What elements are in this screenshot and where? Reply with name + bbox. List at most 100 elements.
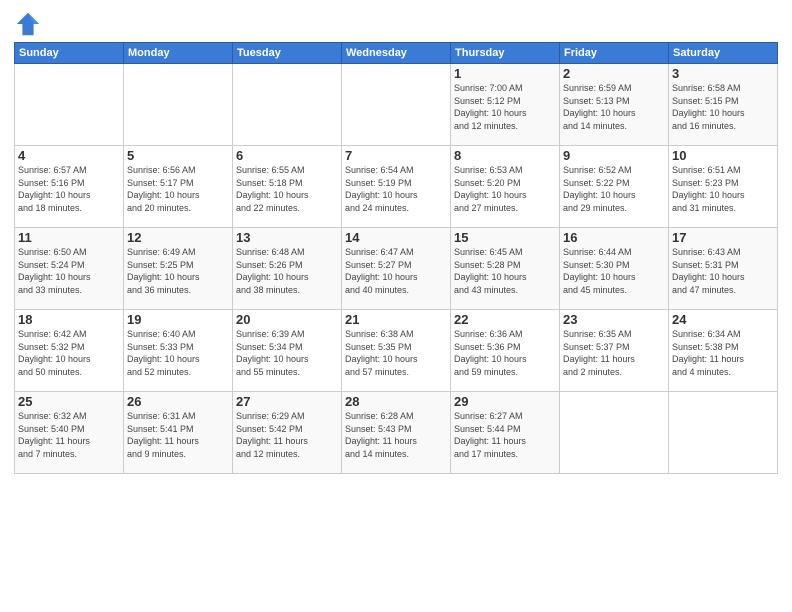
day-number: 27 [236,394,338,409]
day-info: Sunrise: 6:57 AMSunset: 5:16 PMDaylight:… [18,164,120,214]
day-number: 13 [236,230,338,245]
day-info: Sunrise: 6:56 AMSunset: 5:17 PMDaylight:… [127,164,229,214]
day-info: Sunrise: 6:58 AMSunset: 5:15 PMDaylight:… [672,82,774,132]
day-info: Sunrise: 6:40 AMSunset: 5:33 PMDaylight:… [127,328,229,378]
day-number: 15 [454,230,556,245]
day-number: 4 [18,148,120,163]
day-info: Sunrise: 6:28 AMSunset: 5:43 PMDaylight:… [345,410,447,460]
header-row [14,10,778,38]
calendar-week-0: 1Sunrise: 7:00 AMSunset: 5:12 PMDaylight… [15,64,778,146]
calendar-cell [124,64,233,146]
day-info: Sunrise: 6:52 AMSunset: 5:22 PMDaylight:… [563,164,665,214]
calendar-table: SundayMondayTuesdayWednesdayThursdayFrid… [14,42,778,474]
calendar-cell: 2Sunrise: 6:59 AMSunset: 5:13 PMDaylight… [560,64,669,146]
calendar-cell: 11Sunrise: 6:50 AMSunset: 5:24 PMDayligh… [15,228,124,310]
calendar-cell: 7Sunrise: 6:54 AMSunset: 5:19 PMDaylight… [342,146,451,228]
calendar-cell: 8Sunrise: 6:53 AMSunset: 5:20 PMDaylight… [451,146,560,228]
day-info: Sunrise: 6:54 AMSunset: 5:19 PMDaylight:… [345,164,447,214]
calendar-cell: 4Sunrise: 6:57 AMSunset: 5:16 PMDaylight… [15,146,124,228]
day-number: 29 [454,394,556,409]
day-info: Sunrise: 6:47 AMSunset: 5:27 PMDaylight:… [345,246,447,296]
day-info: Sunrise: 6:49 AMSunset: 5:25 PMDaylight:… [127,246,229,296]
day-info: Sunrise: 6:29 AMSunset: 5:42 PMDaylight:… [236,410,338,460]
calendar-cell: 16Sunrise: 6:44 AMSunset: 5:30 PMDayligh… [560,228,669,310]
calendar-cell: 1Sunrise: 7:00 AMSunset: 5:12 PMDaylight… [451,64,560,146]
calendar-cell: 12Sunrise: 6:49 AMSunset: 5:25 PMDayligh… [124,228,233,310]
calendar-cell: 27Sunrise: 6:29 AMSunset: 5:42 PMDayligh… [233,392,342,474]
day-number: 7 [345,148,447,163]
day-number: 25 [18,394,120,409]
day-info: Sunrise: 6:34 AMSunset: 5:38 PMDaylight:… [672,328,774,378]
calendar-cell: 10Sunrise: 6:51 AMSunset: 5:23 PMDayligh… [669,146,778,228]
calendar-week-4: 25Sunrise: 6:32 AMSunset: 5:40 PMDayligh… [15,392,778,474]
day-info: Sunrise: 6:48 AMSunset: 5:26 PMDaylight:… [236,246,338,296]
day-info: Sunrise: 6:38 AMSunset: 5:35 PMDaylight:… [345,328,447,378]
calendar-cell: 14Sunrise: 6:47 AMSunset: 5:27 PMDayligh… [342,228,451,310]
page-container: SundayMondayTuesdayWednesdayThursdayFrid… [0,0,792,480]
calendar-cell: 29Sunrise: 6:27 AMSunset: 5:44 PMDayligh… [451,392,560,474]
weekday-header-monday: Monday [124,43,233,64]
day-info: Sunrise: 6:51 AMSunset: 5:23 PMDaylight:… [672,164,774,214]
calendar-cell [342,64,451,146]
calendar-cell: 21Sunrise: 6:38 AMSunset: 5:35 PMDayligh… [342,310,451,392]
day-number: 22 [454,312,556,327]
calendar-cell: 17Sunrise: 6:43 AMSunset: 5:31 PMDayligh… [669,228,778,310]
day-info: Sunrise: 6:35 AMSunset: 5:37 PMDaylight:… [563,328,665,378]
day-number: 19 [127,312,229,327]
calendar-cell: 15Sunrise: 6:45 AMSunset: 5:28 PMDayligh… [451,228,560,310]
calendar-cell [15,64,124,146]
day-number: 17 [672,230,774,245]
calendar-cell: 24Sunrise: 6:34 AMSunset: 5:38 PMDayligh… [669,310,778,392]
day-info: Sunrise: 6:53 AMSunset: 5:20 PMDaylight:… [454,164,556,214]
day-number: 8 [454,148,556,163]
calendar-cell: 5Sunrise: 6:56 AMSunset: 5:17 PMDaylight… [124,146,233,228]
calendar-cell: 18Sunrise: 6:42 AMSunset: 5:32 PMDayligh… [15,310,124,392]
day-number: 16 [563,230,665,245]
calendar-cell: 20Sunrise: 6:39 AMSunset: 5:34 PMDayligh… [233,310,342,392]
calendar-cell: 9Sunrise: 6:52 AMSunset: 5:22 PMDaylight… [560,146,669,228]
calendar-cell [669,392,778,474]
weekday-header-saturday: Saturday [669,43,778,64]
calendar-cell: 3Sunrise: 6:58 AMSunset: 5:15 PMDaylight… [669,64,778,146]
calendar-week-2: 11Sunrise: 6:50 AMSunset: 5:24 PMDayligh… [15,228,778,310]
day-info: Sunrise: 6:45 AMSunset: 5:28 PMDaylight:… [454,246,556,296]
calendar-cell: 28Sunrise: 6:28 AMSunset: 5:43 PMDayligh… [342,392,451,474]
day-info: Sunrise: 6:44 AMSunset: 5:30 PMDaylight:… [563,246,665,296]
logo [14,10,46,38]
calendar-cell: 22Sunrise: 6:36 AMSunset: 5:36 PMDayligh… [451,310,560,392]
weekday-header-friday: Friday [560,43,669,64]
calendar-cell [233,64,342,146]
day-number: 14 [345,230,447,245]
calendar-cell: 25Sunrise: 6:32 AMSunset: 5:40 PMDayligh… [15,392,124,474]
day-number: 28 [345,394,447,409]
calendar-cell [560,392,669,474]
weekday-header-wednesday: Wednesday [342,43,451,64]
day-info: Sunrise: 6:59 AMSunset: 5:13 PMDaylight:… [563,82,665,132]
weekday-header-tuesday: Tuesday [233,43,342,64]
day-info: Sunrise: 6:31 AMSunset: 5:41 PMDaylight:… [127,410,229,460]
day-number: 23 [563,312,665,327]
day-info: Sunrise: 6:50 AMSunset: 5:24 PMDaylight:… [18,246,120,296]
weekday-header-sunday: Sunday [15,43,124,64]
day-number: 6 [236,148,338,163]
day-number: 24 [672,312,774,327]
day-info: Sunrise: 6:36 AMSunset: 5:36 PMDaylight:… [454,328,556,378]
day-number: 20 [236,312,338,327]
day-number: 11 [18,230,120,245]
day-info: Sunrise: 6:42 AMSunset: 5:32 PMDaylight:… [18,328,120,378]
calendar-cell: 26Sunrise: 6:31 AMSunset: 5:41 PMDayligh… [124,392,233,474]
calendar-cell: 6Sunrise: 6:55 AMSunset: 5:18 PMDaylight… [233,146,342,228]
day-number: 1 [454,66,556,81]
day-number: 5 [127,148,229,163]
day-number: 26 [127,394,229,409]
day-number: 3 [672,66,774,81]
day-info: Sunrise: 6:27 AMSunset: 5:44 PMDaylight:… [454,410,556,460]
day-number: 12 [127,230,229,245]
day-number: 21 [345,312,447,327]
calendar-week-1: 4Sunrise: 6:57 AMSunset: 5:16 PMDaylight… [15,146,778,228]
day-info: Sunrise: 6:39 AMSunset: 5:34 PMDaylight:… [236,328,338,378]
weekday-header-thursday: Thursday [451,43,560,64]
day-info: Sunrise: 6:32 AMSunset: 5:40 PMDaylight:… [18,410,120,460]
day-number: 18 [18,312,120,327]
calendar-cell: 19Sunrise: 6:40 AMSunset: 5:33 PMDayligh… [124,310,233,392]
